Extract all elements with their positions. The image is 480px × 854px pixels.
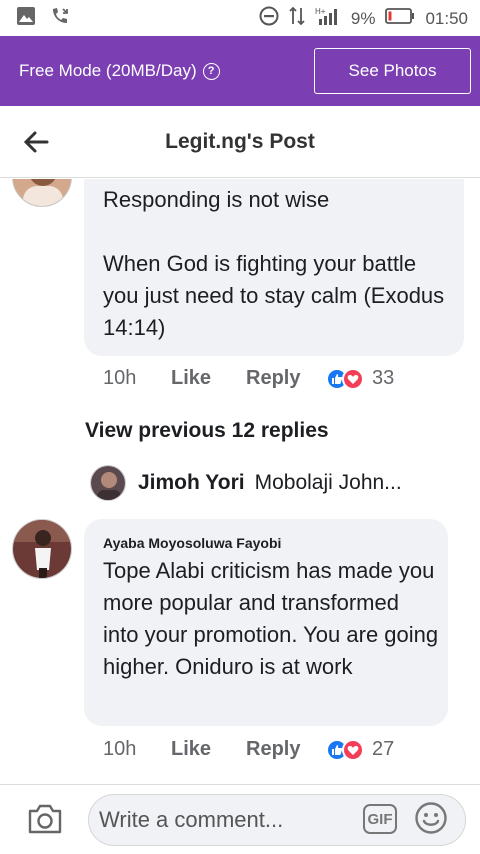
comment-actions: 10h Like Reply 27 <box>103 738 394 761</box>
missed-call-icon <box>50 6 72 31</box>
free-mode-label[interactable]: Free Mode (20MB/Day) ? <box>19 61 220 81</box>
emoji-icon[interactable] <box>414 801 448 835</box>
comment-actions: 10h Like Reply 33 <box>103 367 394 390</box>
comment-time: 10h <box>103 738 137 760</box>
see-photos-button[interactable]: See Photos <box>314 48 471 94</box>
view-previous-replies[interactable]: View previous 12 replies <box>85 419 329 443</box>
avatar[interactable] <box>12 519 72 579</box>
reactions[interactable]: 27 <box>326 738 394 761</box>
love-reaction-icon <box>342 738 364 761</box>
reply-author[interactable]: Jimoh Yori <box>138 471 245 495</box>
like-button[interactable]: Like <box>171 367 246 390</box>
free-mode-banner: Free Mode (20MB/Day) ? See Photos <box>0 36 480 106</box>
gif-button[interactable]: GIF <box>363 804 397 834</box>
reply-preview[interactable]: Jimoh Yori Mobolaji John... <box>90 465 402 501</box>
comment-text: Tope Alabi criticism has made you more p… <box>103 558 439 679</box>
avatar[interactable] <box>90 465 126 501</box>
post-header: Legit.ng's Post <box>0 106 480 178</box>
reply-button[interactable]: Reply <box>246 738 326 761</box>
status-bar: H+ 9% 01:50 <box>0 0 480 36</box>
comment-composer: GIF <box>0 784 480 854</box>
comment-author[interactable]: Ayaba Moyosoluwa Fayobi <box>103 535 281 551</box>
page-title: Legit.ng's Post <box>165 130 315 153</box>
data-transfer-icon <box>289 6 305 31</box>
battery-icon <box>385 7 415 30</box>
reactions[interactable]: 33 <box>326 367 394 390</box>
reaction-count: 33 <box>372 367 395 389</box>
signal-icon: H+ <box>315 6 341 31</box>
comments-list: Responding is not wise When God is fight… <box>0 179 480 784</box>
gallery-icon <box>16 6 36 31</box>
reaction-count: 27 <box>372 738 395 760</box>
love-reaction-icon <box>342 367 364 390</box>
battery-percent: 9% <box>350 8 376 28</box>
info-icon[interactable]: ? <box>202 62 220 80</box>
comment-time: 10h <box>103 367 137 389</box>
comment-bubble[interactable]: Responding is not wise When God is fight… <box>84 179 464 356</box>
like-button[interactable]: Like <box>171 738 246 761</box>
camera-icon[interactable] <box>26 802 64 836</box>
avatar[interactable] <box>12 179 72 207</box>
reply-button[interactable]: Reply <box>246 367 326 390</box>
dnd-icon <box>259 6 279 31</box>
comment-input[interactable] <box>88 794 466 846</box>
free-mode-text: Free Mode (20MB/Day) <box>19 61 197 80</box>
svg-text:H+: H+ <box>315 7 326 16</box>
comment-text: Responding is not wise When God is fight… <box>103 187 445 340</box>
reply-text: Mobolaji John... <box>254 471 402 494</box>
comment-bubble[interactable]: Ayaba Moyosoluwa Fayobi Tope Alabi criti… <box>84 519 448 726</box>
clock: 01:50 <box>425 8 468 28</box>
